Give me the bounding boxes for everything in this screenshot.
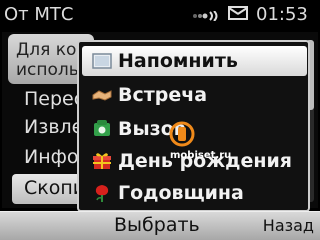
- background-item[interactable]: Инфо: [24, 146, 79, 168]
- menu-item-meeting[interactable]: Встреча: [82, 80, 307, 110]
- rose-icon: [95, 185, 109, 202]
- clock: 01:53: [256, 4, 308, 25]
- message-icon: [228, 6, 248, 20]
- watermark-text: mobiset.ru: [170, 150, 232, 161]
- operator-name: От МТС: [4, 4, 74, 25]
- handshake-icon: [92, 90, 112, 101]
- back-softkey[interactable]: Назад: [263, 216, 314, 235]
- status-bar: От МТС 01:53: [0, 0, 320, 30]
- signal-strength-icon: [193, 11, 218, 21]
- select-softkey[interactable]: Выбрать: [114, 214, 200, 236]
- menu-item-label: Годовщина: [118, 182, 244, 204]
- memo-icon: [92, 53, 112, 69]
- menu-item-reminder[interactable]: Напомнить: [82, 46, 307, 76]
- background-item[interactable]: Перес: [24, 88, 84, 110]
- softkey-bar: Выбрать Назад: [0, 211, 320, 240]
- background-item[interactable]: Извле: [24, 116, 83, 138]
- gift-icon: [93, 153, 111, 169]
- menu-item-label: Встреча: [118, 84, 208, 106]
- menu-item-anniversary[interactable]: Годовщина: [82, 178, 307, 208]
- menu-item-label: Напомнить: [118, 50, 238, 72]
- phone-icon: [94, 120, 110, 136]
